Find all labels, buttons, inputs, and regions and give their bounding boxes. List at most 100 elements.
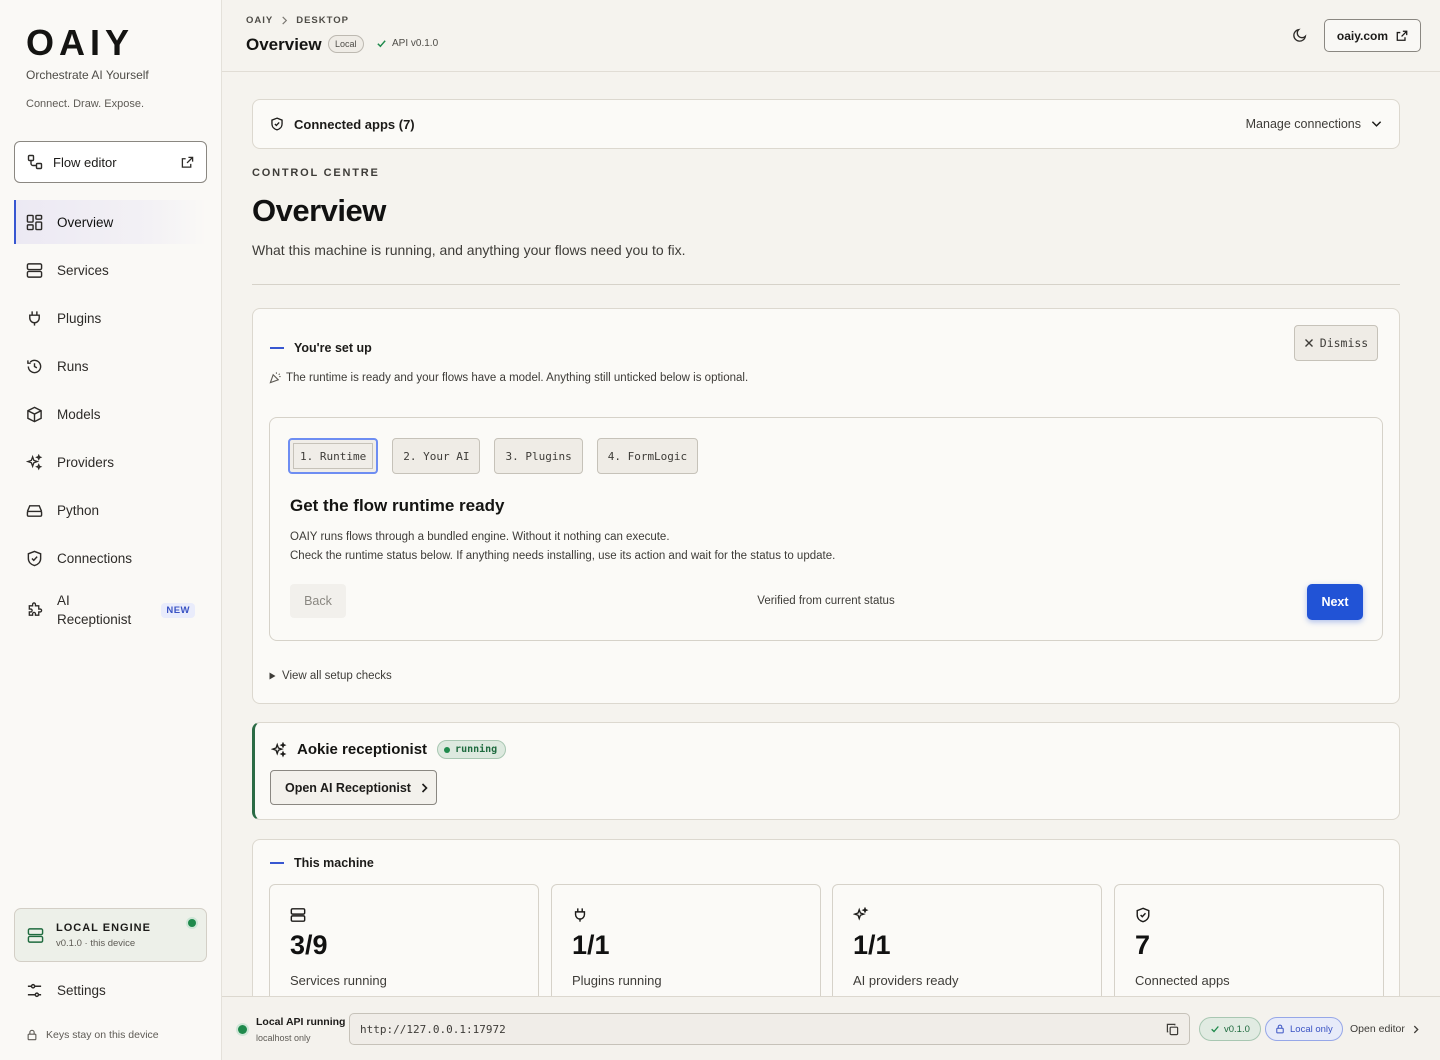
view-all-label: View all setup checks (282, 670, 392, 682)
chevron-right-icon (421, 782, 428, 793)
sparkles-icon (853, 907, 869, 923)
stat-value: 7 (1135, 930, 1151, 960)
shield-icon (270, 117, 284, 131)
stat-value: 3/9 (290, 930, 328, 960)
receptionist-heading: Aokie receptionist running (271, 740, 507, 759)
step-tab-formlogic[interactable]: 4. FormLogic (596, 438, 699, 474)
app-subtagline: Connect. Draw. Expose. (26, 98, 145, 110)
divider (252, 284, 1400, 285)
triangle-right-icon (269, 672, 276, 680)
setup-title: You're set up (294, 341, 372, 355)
sidebar-item-providers[interactable]: Providers (14, 440, 207, 484)
step-tab-your-ai[interactable]: 2. Your AI (392, 438, 481, 474)
back-button[interactable]: Back (290, 584, 346, 618)
party-popper-icon (269, 371, 282, 384)
setup-heading: You're set up (270, 341, 372, 355)
chevron-down-icon (1371, 120, 1382, 128)
sidebar-item-label: Services (57, 262, 109, 278)
plug-icon (572, 907, 588, 923)
sidebar-item-services[interactable]: Services (14, 248, 207, 292)
flow-editor-button[interactable]: Flow editor (14, 141, 207, 183)
sidebar-item-python[interactable]: Python (14, 488, 207, 532)
local-engine-card[interactable]: LOCAL ENGINE v0.1.0 · this device (14, 908, 207, 962)
status-dot (444, 746, 451, 753)
engine-title: LOCAL ENGINE (56, 921, 151, 934)
theme-toggle[interactable] (1292, 27, 1308, 43)
manage-connections-button[interactable]: Manage connections (1246, 117, 1382, 131)
sidebar-item-label: AI Receptionist (57, 593, 132, 627)
website-button[interactable]: oaiy.com (1324, 19, 1421, 52)
app-tagline: Orchestrate AI Yourself (26, 68, 149, 82)
local-badge: Local (328, 35, 364, 53)
sidebar-item-label: Providers (57, 454, 115, 470)
status-badge: running (437, 740, 507, 759)
sidebar-item-overview[interactable]: Overview (14, 200, 207, 244)
sparkles-icon (26, 453, 43, 471)
overview-grid-icon (26, 214, 43, 231)
sidebar-item-label: Python (57, 502, 100, 518)
breadcrumb-root[interactable]: OAIY (246, 15, 273, 26)
api-url-text: http://127.0.0.1:17972 (360, 1022, 506, 1036)
sidebar-item-plugins[interactable]: Plugins (14, 296, 207, 340)
sidebar-item-label: Models (57, 406, 101, 422)
stat-label: Plugins running (572, 973, 662, 988)
step-tab-runtime[interactable]: 1. Runtime (288, 438, 379, 474)
step-title: Get the flow runtime ready (290, 496, 505, 515)
local-only-badge: Local only (1265, 1017, 1343, 1041)
page-title: Overview (246, 35, 322, 54)
api-version-text: API v0.1.0 (392, 38, 439, 49)
api-status-sub: localhost only (256, 1033, 311, 1043)
machine-heading: This machine (270, 856, 374, 870)
engine-version: v0.1.0 · this device (56, 937, 136, 949)
step-text-line: OAIY runs flows through a bundled engine… (290, 531, 670, 543)
setup-note-text: The runtime is ready and your flows have… (286, 371, 749, 384)
stat-label: Services running (290, 973, 387, 988)
close-icon (1304, 338, 1314, 348)
api-status-title: Local API running (256, 1016, 346, 1028)
api-url-field[interactable]: http://127.0.0.1:17972 (349, 1013, 1190, 1045)
view-all-setup-checks[interactable]: View all setup checks (269, 670, 392, 682)
machine-title: This machine (294, 856, 374, 870)
section-eyebrow: CONTROL CENTRE (252, 167, 380, 179)
connected-apps-label: Connected apps (7) (294, 116, 415, 132)
sidebar-item-label: Overview (57, 214, 114, 230)
website-button-label: oaiy.com (1336, 28, 1389, 43)
local-only-text: Local only (1290, 1023, 1333, 1035)
stat-value: 1/1 (853, 930, 891, 960)
receptionist-card: Aokie receptionist running Open AI Recep… (252, 722, 1400, 820)
chevron-right-icon (1413, 1025, 1419, 1034)
step-text-line: Check the runtime status below. If anyth… (290, 550, 836, 562)
setup-wizard: 1. Runtime 2. Your AI 3. Plugins 4. Form… (269, 417, 1383, 641)
dismiss-button[interactable]: Dismiss (1294, 325, 1378, 361)
sidebar-item-label: Settings (57, 983, 106, 998)
sidebar-item-models[interactable]: Models (14, 392, 207, 436)
sparkles-icon (271, 741, 287, 758)
open-ai-receptionist-button[interactable]: Open AI Receptionist (270, 770, 437, 805)
drive-icon (26, 502, 43, 519)
flow-editor-label: Flow editor (53, 154, 117, 170)
sidebar-nav: Overview Services Plugins Runs Models Pr… (14, 200, 207, 640)
status-bar: Local API running localhost only http://… (222, 996, 1440, 1060)
shield-icon (1135, 907, 1151, 923)
sidebar-item-runs[interactable]: Runs (14, 344, 207, 388)
sidebar-item-connections[interactable]: Connections (14, 536, 207, 580)
wizard-steps: 1. Runtime 2. Your AI 3. Plugins 4. Form… (288, 438, 699, 474)
sidebar-item-settings[interactable]: Settings (26, 982, 106, 999)
server-icon (27, 927, 44, 944)
keys-note-text: Keys stay on this device (46, 1029, 159, 1041)
step-tab-plugins[interactable]: 3. Plugins (494, 438, 583, 474)
copy-icon[interactable] (1166, 1023, 1179, 1036)
moon-icon (1292, 27, 1308, 43)
setup-card: You're set up Dismiss The runtime is rea… (252, 308, 1400, 704)
connected-apps-bar[interactable]: Connected apps (7) Manage connections (252, 99, 1400, 149)
puzzle-icon (26, 601, 43, 619)
plug-icon (26, 310, 43, 327)
sidebar-item-ai-receptionist[interactable]: AI Receptionist NEW (14, 584, 207, 636)
next-button[interactable]: Next (1307, 584, 1363, 620)
sidebar-item-label: Runs (57, 358, 89, 374)
overview-heading: Overview (252, 193, 386, 228)
stat-label: AI providers ready (853, 973, 959, 988)
api-status-dot (238, 1025, 247, 1034)
stat-label: Connected apps (1135, 973, 1230, 988)
open-editor-link[interactable]: Open editor (1350, 1023, 1419, 1035)
